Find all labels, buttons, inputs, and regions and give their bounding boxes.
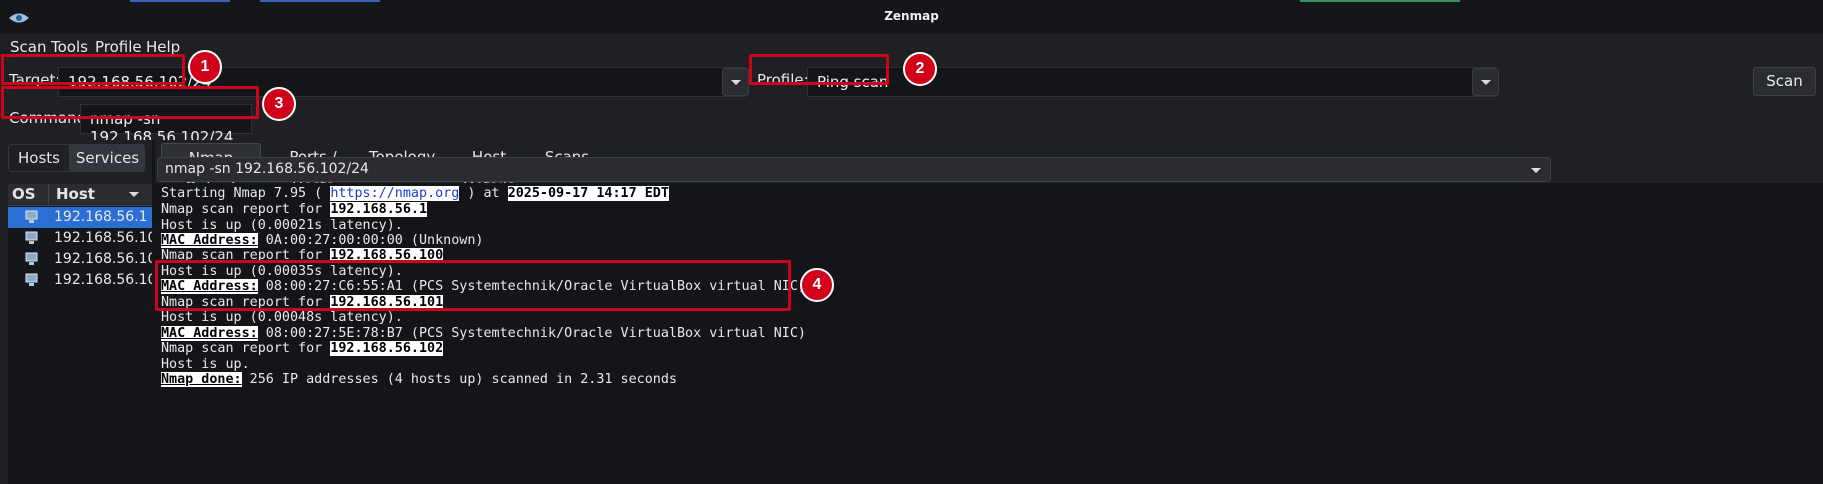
unknown-os-icon	[25, 252, 38, 265]
output-selector[interactable]: nmap -sn 192.168.56.102/24	[157, 157, 1551, 182]
output-line: Host is up (0.00035s latency).	[161, 264, 403, 279]
column-separator	[48, 184, 49, 206]
output-key: MAC Address:	[161, 279, 258, 294]
command-input[interactable]: nmap -sn 192.168.56.102/24	[80, 104, 252, 146]
unknown-os-icon	[25, 231, 38, 244]
host-address: 192.168.56.1	[54, 209, 148, 225]
target-input[interactable]: 192.168.56.102/24	[58, 67, 746, 97]
nmap-link[interactable]: https://nmap.org	[330, 186, 460, 201]
hosts-tab[interactable]: Hosts	[8, 144, 70, 172]
hosts-table: OS Host 192.168.56.1 192.168.56.100 192.…	[8, 184, 165, 484]
target-dropdown-button[interactable]	[722, 68, 749, 96]
output-text: 08:00:27:C6:55:A1 (PCS Systemtechnik/Ora…	[257, 279, 806, 294]
host-ip-highlight: 192.168.56.1	[330, 202, 428, 217]
profile-select-value: Ping scan	[817, 73, 889, 91]
host-address: 192.168.56.100	[54, 230, 166, 246]
output-line: MAC Address: 0A:00:27:00:00:00 (Unknown)	[161, 233, 483, 249]
title-bar-accent	[1300, 0, 1460, 2]
annotation-badge: 1	[188, 50, 222, 84]
host-ip-highlight: 192.168.56.100	[330, 248, 444, 263]
output-line: Host is up.	[161, 357, 250, 372]
host-row[interactable]: 192.168.56.102	[8, 270, 165, 291]
annotation-badge: 2	[903, 52, 937, 86]
menu-tools[interactable]: Tools	[51, 38, 88, 56]
chevron-down-icon	[1531, 168, 1541, 173]
sort-chevron-down-icon[interactable]	[129, 192, 139, 197]
output-selector-value: nmap -sn 192.168.56.102/24	[165, 161, 369, 177]
menu-profile[interactable]: Profile	[95, 38, 142, 56]
services-tab[interactable]: Services	[70, 144, 145, 172]
menu-help[interactable]: Help	[146, 38, 180, 56]
output-text: Nmap scan report for	[161, 341, 331, 356]
output-line: Nmap scan report for 192.168.56.1	[161, 202, 428, 218]
output-text: ) at	[459, 186, 508, 201]
scan-date: 2025-09-17 14:17 EDT	[507, 186, 669, 201]
output-line: Nmap scan report for 192.168.56.101	[161, 295, 444, 311]
output-key: Nmap done:	[161, 372, 242, 387]
output-key: MAC Address:	[161, 326, 258, 341]
nmap-output-text[interactable]: Starting Nmap 7.95 ( https://nmap.org ) …	[155, 183, 1823, 484]
output-text: 256 IP addresses (4 hosts up) scanned in…	[241, 372, 677, 387]
profile-label: Profile:	[757, 71, 809, 89]
unknown-os-icon	[25, 273, 38, 286]
output-text: Nmap scan report for	[161, 295, 331, 310]
output-key: MAC Address:	[161, 233, 258, 248]
output-text: Starting Nmap 7.95 (	[161, 186, 331, 201]
output-line: Starting Nmap 7.95 ( https://nmap.org ) …	[161, 186, 669, 202]
host-row[interactable]: 192.168.56.100	[8, 228, 165, 249]
os-column-header[interactable]: OS	[12, 185, 36, 203]
profile-dropdown-button[interactable]	[1472, 68, 1499, 96]
annotation-badge: 3	[262, 87, 296, 121]
host-address: 192.168.56.101	[54, 251, 166, 267]
title-bar: Zenmap	[0, 0, 1823, 34]
window-title: Zenmap	[884, 9, 939, 23]
output-line: Host is up (0.00048s latency).	[161, 310, 403, 325]
host-ip-highlight: 192.168.56.101	[330, 295, 444, 310]
title-bar-accent	[130, 0, 230, 2]
hosts-panel: Hosts Services OS Host 192.168.56.1 192.…	[0, 140, 165, 484]
output-line: Nmap scan report for 192.168.56.102	[161, 341, 444, 357]
hosts-table-header: OS Host	[8, 184, 152, 206]
output-text: Nmap scan report for	[161, 248, 331, 263]
output-line: MAC Address: 08:00:27:C6:55:A1 (PCS Syst…	[161, 279, 806, 295]
menu-scan[interactable]: Scan	[10, 38, 46, 56]
output-line: Nmap done: 256 IP addresses (4 hosts up)…	[161, 372, 677, 388]
output-text: 0A:00:27:00:00:00 (Unknown)	[257, 233, 484, 248]
target-label: Target:	[9, 71, 61, 89]
host-row[interactable]: 192.168.56.1	[8, 207, 152, 228]
host-column-header[interactable]: Host	[56, 185, 95, 203]
annotation-badge: 4	[800, 268, 834, 302]
output-line: Nmap scan report for 192.168.56.100	[161, 248, 444, 264]
output-text: Nmap scan report for	[161, 202, 331, 217]
unknown-os-icon	[25, 210, 38, 223]
host-row[interactable]: 192.168.56.101	[8, 249, 165, 270]
host-ip-highlight: 192.168.56.102	[330, 341, 444, 356]
output-line: Host is up (0.00021s latency).	[161, 218, 403, 233]
scan-button[interactable]: Scan	[1753, 67, 1816, 96]
command-label: Command:	[9, 109, 92, 127]
host-address: 192.168.56.102	[54, 272, 166, 288]
output-line: MAC Address: 08:00:27:5E:78:B7 (PCS Syst…	[161, 326, 806, 342]
title-bar-accent	[260, 0, 380, 2]
output-text: 08:00:27:5E:78:B7 (PCS Systemtechnik/Ora…	[257, 326, 806, 341]
